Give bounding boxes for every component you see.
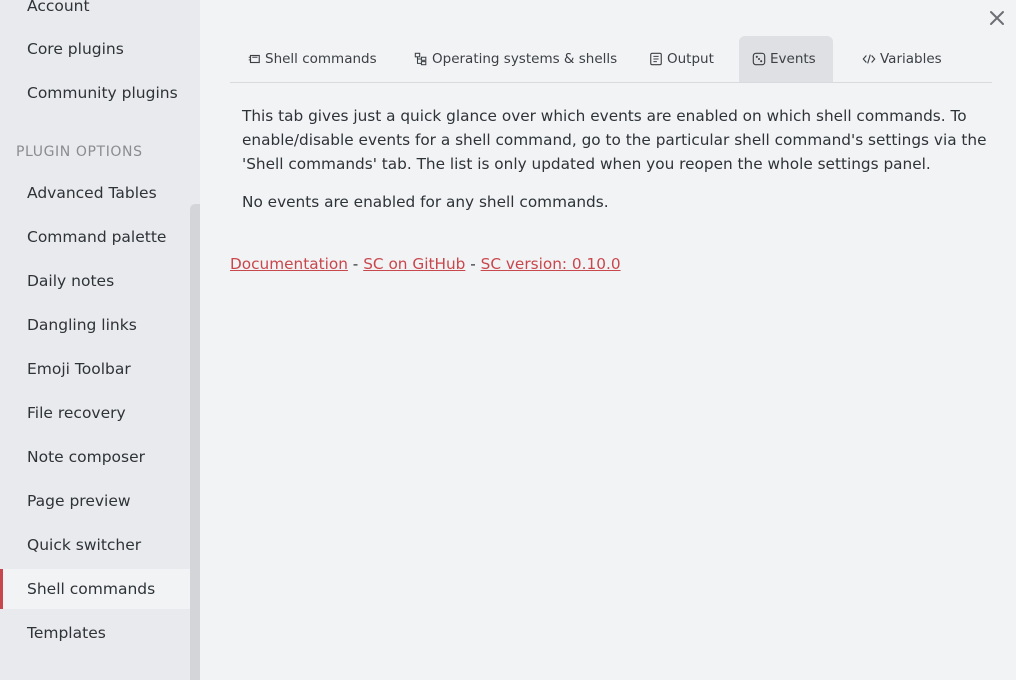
tab-operating-systems-shells[interactable]: Operating systems & shells xyxy=(401,36,629,82)
documentation-link[interactable]: Documentation xyxy=(230,255,348,273)
document-lines-icon xyxy=(648,52,663,67)
tab-label: Shell commands xyxy=(265,51,377,67)
tab-label: Output xyxy=(667,51,714,67)
sidebar-item-account[interactable]: Account xyxy=(0,0,190,26)
tab-label: Events xyxy=(770,51,816,67)
dice-icon xyxy=(751,52,766,67)
events-empty-message: No events are enabled for any shell comm… xyxy=(242,193,609,211)
link-separator: - xyxy=(347,255,364,273)
tab-output[interactable]: Output xyxy=(636,36,726,82)
events-description: This tab gives just a quick glance over … xyxy=(242,107,987,173)
settings-sidebar: Account Core plugins Community plugins P… xyxy=(0,0,190,680)
footer-links: Documentation - SC on GitHub - SC versio… xyxy=(230,255,621,273)
sidebar-section-header: PLUGIN OPTIONS xyxy=(16,144,143,160)
sidebar-item-command-palette[interactable]: Command palette xyxy=(0,217,190,257)
github-link[interactable]: SC on GitHub xyxy=(363,255,465,273)
version-link[interactable]: SC version: 0.10.0 xyxy=(481,255,621,273)
settings-tab-bar: Shell commands Operating systems & shell… xyxy=(230,36,992,83)
close-button[interactable] xyxy=(985,6,1009,30)
sidebar-item-daily-notes[interactable]: Daily notes xyxy=(0,261,190,301)
sidebar-item-shell-commands[interactable]: Shell commands xyxy=(0,569,190,609)
sidebar-item-quick-switcher[interactable]: Quick switcher xyxy=(0,525,190,565)
tab-variables[interactable]: Variables xyxy=(849,36,954,82)
link-separator: - xyxy=(465,255,481,273)
sidebar-item-dangling-links[interactable]: Dangling links xyxy=(0,305,190,345)
tab-events[interactable]: Events xyxy=(739,36,833,82)
tab-shell-commands[interactable]: Shell commands xyxy=(234,36,389,82)
sidebar-scrollbar-thumb[interactable] xyxy=(190,204,200,680)
sidebar-item-advanced-tables[interactable]: Advanced Tables xyxy=(0,173,190,213)
close-icon xyxy=(990,11,1004,25)
sidebar-item-templates[interactable]: Templates xyxy=(0,613,190,653)
sidebar-item-community-plugins[interactable]: Community plugins xyxy=(0,73,190,113)
tab-label: Variables xyxy=(880,51,942,67)
sidebar-item-note-composer[interactable]: Note composer xyxy=(0,437,190,477)
terminal-stack-icon xyxy=(246,52,261,67)
sidebar-item-emoji-toolbar[interactable]: Emoji Toolbar xyxy=(0,349,190,389)
tree-icon xyxy=(413,52,428,67)
code-brackets-icon xyxy=(861,52,876,67)
sidebar-item-core-plugins[interactable]: Core plugins xyxy=(0,29,190,69)
sidebar-item-file-recovery[interactable]: File recovery xyxy=(0,393,190,433)
sidebar-item-page-preview[interactable]: Page preview xyxy=(0,481,190,521)
tab-label: Operating systems & shells xyxy=(432,51,618,67)
